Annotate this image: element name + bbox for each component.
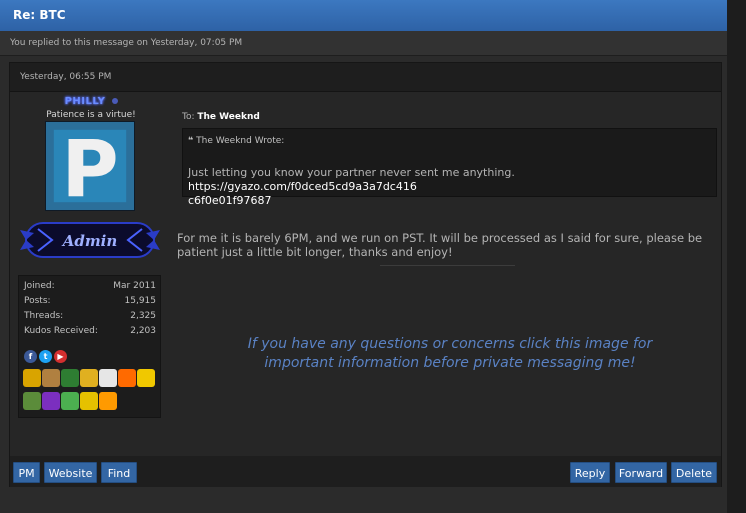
- billiards-badge-icon[interactable]: [61, 369, 79, 387]
- avatar-p-icon: P: [46, 122, 134, 210]
- zombie-badge-icon[interactable]: [23, 392, 41, 410]
- triforce-badge-icon[interactable]: [80, 392, 98, 410]
- quote-author: ❝ The Weeknd Wrote:: [188, 136, 285, 146]
- thread-title: Re: BTC: [0, 0, 727, 31]
- admin-rank-banner: Admin: [20, 215, 160, 265]
- twitter-icon[interactable]: t: [39, 350, 52, 363]
- recipient-name[interactable]: The Weeknd: [197, 112, 259, 122]
- quote-link[interactable]: https://gyazo.com/f0dced5cd9a3a7dc416 c6f…: [188, 180, 417, 207]
- honey-badge-icon[interactable]: [99, 392, 117, 410]
- online-status-icon: [112, 98, 118, 104]
- replied-notice: You replied to this message on Yesterday…: [0, 31, 727, 56]
- stat-posts: Posts: 15,915: [24, 296, 156, 306]
- find-button[interactable]: Find: [101, 462, 137, 483]
- avatar-letter: P: [61, 124, 118, 210]
- mushroom-badge-icon[interactable]: [23, 369, 41, 387]
- post-date: Yesterday, 06:55 PM: [10, 63, 721, 92]
- forward-button[interactable]: Forward: [615, 462, 667, 483]
- message-body: For me it is barely 6PM, and we run on P…: [177, 231, 703, 259]
- mug-badge-icon[interactable]: [42, 369, 60, 387]
- award-badges: [23, 369, 158, 415]
- facebook-icon[interactable]: f: [24, 350, 37, 363]
- diamond-badge-icon[interactable]: [80, 369, 98, 387]
- dice-badge-icon[interactable]: [99, 369, 117, 387]
- gem-badge-icon[interactable]: [42, 392, 60, 410]
- website-button[interactable]: Website: [44, 462, 97, 483]
- stat-kudos: Kudos Received: 2,203: [24, 326, 156, 336]
- stat-joined: Joined: Mar 2011: [24, 281, 156, 291]
- author-avatar[interactable]: P: [45, 121, 135, 211]
- fire-badge-icon[interactable]: [118, 369, 136, 387]
- star-badge-icon[interactable]: [137, 369, 155, 387]
- social-links: f t ▶: [24, 350, 69, 364]
- stat-threads: Threads: 2,325: [24, 311, 156, 321]
- signature-divider: [380, 265, 515, 266]
- delete-button[interactable]: Delete: [671, 462, 717, 483]
- rank-label: Admin: [61, 232, 118, 250]
- quote-icon: ❝: [188, 136, 194, 146]
- author-stats-panel: Joined: Mar 2011 Posts: 15,915 Threads: …: [18, 275, 161, 418]
- pm-button[interactable]: PM: [13, 462, 40, 483]
- quote-text: Just letting you know your partner never…: [188, 166, 515, 207]
- recipient-line: To: The Weeknd: [182, 112, 260, 122]
- post-container: Yesterday, 06:55 PM PHILLY Patience is a…: [9, 62, 722, 487]
- reply-button[interactable]: Reply: [570, 462, 610, 483]
- youtube-icon[interactable]: ▶: [54, 350, 67, 363]
- page-scrollbar[interactable]: [727, 0, 746, 513]
- signature-image-link[interactable]: If you have any questions or concerns cl…: [230, 335, 670, 373]
- author-username[interactable]: PHILLY: [60, 95, 110, 109]
- quote-block: ❝ The Weeknd Wrote: Just letting you kno…: [182, 128, 717, 207]
- author-user-title: Patience is a virtue!: [46, 110, 136, 120]
- link-badge-icon[interactable]: [61, 392, 79, 410]
